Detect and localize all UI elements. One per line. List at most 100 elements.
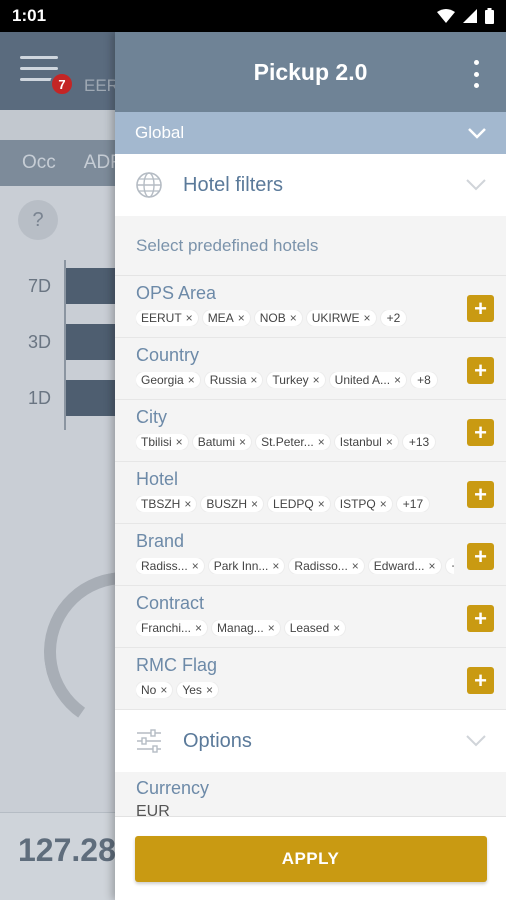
filter-chip[interactable]: Manag... × xyxy=(212,620,280,636)
filter-chip[interactable]: Yes × xyxy=(177,682,218,698)
filter-chip[interactable]: LEDPQ × xyxy=(268,496,330,512)
remove-chip-icon[interactable]: × xyxy=(313,373,320,387)
filter-chip[interactable]: Leased × xyxy=(284,620,346,636)
add-filter-button[interactable]: + xyxy=(467,295,494,322)
remove-chip-icon[interactable]: × xyxy=(192,559,199,573)
help-icon[interactable]: ? xyxy=(18,200,58,240)
filter-chip[interactable]: Tbilisi × xyxy=(136,434,188,450)
add-filter-button[interactable]: + xyxy=(467,543,494,570)
remove-chip-icon[interactable]: × xyxy=(160,683,167,697)
options-header[interactable]: Options xyxy=(115,710,506,772)
remove-chip-icon[interactable]: × xyxy=(352,559,359,573)
remove-chip-icon[interactable]: × xyxy=(238,311,245,325)
filter-chip[interactable]: Park Inn... × xyxy=(208,558,285,574)
more-chips-count[interactable]: +8 xyxy=(411,372,437,388)
more-options-icon[interactable] xyxy=(472,60,480,88)
remove-chip-icon[interactable]: × xyxy=(429,559,436,573)
chart-label-1d: 1D xyxy=(28,388,52,408)
add-filter-button[interactable]: + xyxy=(467,481,494,508)
apply-button[interactable]: APPLY xyxy=(134,835,487,882)
remove-chip-icon[interactable]: × xyxy=(250,373,257,387)
filter-chip[interactable]: Istanbul × xyxy=(334,434,398,450)
filter-chip[interactable]: MEA × xyxy=(202,310,250,326)
drawer-header: Pickup 2.0 xyxy=(115,32,506,112)
filter-chip[interactable]: TBSZH × xyxy=(136,496,197,512)
filter-row-city[interactable]: City Tbilisi × Batumi × St.Peter... × Istanbul ×… xyxy=(115,400,506,462)
chip-label: Tbilisi xyxy=(141,435,172,449)
filter-chip[interactable]: United A... × xyxy=(329,372,407,388)
remove-chip-icon[interactable]: × xyxy=(318,497,325,511)
filter-chip[interactable]: Georgia × xyxy=(136,372,200,388)
status-time: 1:01 xyxy=(12,6,47,25)
chip-label: Yes xyxy=(182,683,202,697)
filter-row-country[interactable]: Country Georgia × Russia × Turkey × United A...… xyxy=(115,338,506,400)
chip-label: Georgia xyxy=(141,373,184,387)
filter-title: Brand xyxy=(136,531,185,551)
chip-label: Russia xyxy=(209,373,247,387)
filter-row-rmc-flag[interactable]: RMC Flag No × Yes × + xyxy=(115,648,506,710)
currency-label: Currency xyxy=(136,778,210,798)
chip-list: Radiss... × Park Inn... × Radisso... × Edward.… xyxy=(136,558,454,574)
add-filter-button[interactable]: + xyxy=(467,667,494,694)
more-chips-count[interactable]: +13 xyxy=(402,434,436,450)
remove-chip-icon[interactable]: × xyxy=(206,683,213,697)
remove-chip-icon[interactable]: × xyxy=(251,497,258,511)
remove-chip-icon[interactable]: × xyxy=(188,373,195,387)
filter-chip[interactable]: Radiss... × xyxy=(136,558,204,574)
filter-chip[interactable]: NOB × xyxy=(254,310,302,326)
filter-chip[interactable]: ISTPQ × xyxy=(334,496,392,512)
remove-chip-icon[interactable]: × xyxy=(268,621,275,635)
add-filter-button[interactable]: + xyxy=(467,605,494,632)
more-chips-count[interactable]: +2 xyxy=(380,310,407,326)
chip-label: St.Peter... xyxy=(261,435,314,449)
remove-chip-icon[interactable]: × xyxy=(386,435,393,449)
filter-chip[interactable]: BUSZH × xyxy=(201,496,264,512)
chip-label: Leased xyxy=(289,621,330,635)
remove-chip-icon[interactable]: × xyxy=(318,435,325,449)
remove-chip-icon[interactable]: × xyxy=(290,311,297,325)
chart-label-3d: 3D xyxy=(28,332,52,352)
filter-title: Contract xyxy=(136,593,205,613)
more-chips-count[interactable]: +17 xyxy=(396,496,430,512)
filter-chip[interactable]: Turkey × xyxy=(267,372,325,388)
filter-chip[interactable]: Russia × xyxy=(204,372,263,388)
add-filter-button[interactable]: + xyxy=(467,419,494,446)
filter-chip[interactable]: Batumi × xyxy=(192,434,252,450)
scope-selector[interactable]: Global xyxy=(115,112,506,154)
remove-chip-icon[interactable]: × xyxy=(272,559,279,573)
filter-chip[interactable]: No × xyxy=(136,682,173,698)
add-filter-button[interactable]: + xyxy=(467,357,494,384)
filter-row-contract[interactable]: Contract Franchi... × Manag... × Leased × + xyxy=(115,586,506,648)
chip-label: No xyxy=(141,683,157,697)
filter-row-brand[interactable]: Brand Radiss... × Park Inn... × Radisso... × Ed… xyxy=(115,524,506,586)
hotel-filters-header[interactable]: Hotel filters xyxy=(115,154,506,216)
chip-list: Georgia × Russia × Turkey × United A... × +8 xyxy=(136,372,454,388)
remove-chip-icon[interactable]: × xyxy=(380,497,387,511)
more-chips-count[interactable]: +1 xyxy=(445,558,454,574)
filter-chip[interactable]: St.Peter... × xyxy=(256,434,330,450)
remove-chip-icon[interactable]: × xyxy=(176,435,183,449)
remove-chip-icon[interactable]: × xyxy=(186,311,193,325)
filter-title: City xyxy=(136,407,167,427)
remove-chip-icon[interactable]: × xyxy=(394,373,401,387)
remove-chip-icon[interactable]: × xyxy=(195,621,202,635)
filter-row-ops-area[interactable]: OPS Area EERUT × MEA × NOB × UKIRWE × +2 + xyxy=(115,276,506,338)
select-predefined-hotels[interactable]: Select predefined hotels xyxy=(115,216,506,276)
chip-list: No × Yes × xyxy=(136,682,454,698)
remove-chip-icon[interactable]: × xyxy=(364,311,371,325)
filter-chip[interactable]: Edward... × xyxy=(368,558,441,574)
tab-occ[interactable]: Occ xyxy=(22,152,56,174)
drawer-title: Pickup 2.0 xyxy=(253,58,368,85)
filter-chip[interactable]: Franchi... × xyxy=(136,620,208,636)
battery-icon xyxy=(485,8,494,24)
remove-chip-icon[interactable]: × xyxy=(184,497,191,511)
filter-chip[interactable]: UKIRWE × xyxy=(306,310,376,326)
filter-chip[interactable]: EERUT × xyxy=(136,310,198,326)
remove-chip-icon[interactable]: × xyxy=(333,621,340,635)
currency-field[interactable]: Currency EUR xyxy=(115,772,506,818)
chip-label: Turkey xyxy=(272,373,309,387)
filter-row-hotel[interactable]: Hotel TBSZH × BUSZH × LEDPQ × ISTPQ × +17 + xyxy=(115,462,506,524)
chip-label: NOB xyxy=(259,311,286,325)
filter-chip[interactable]: Radisso... × xyxy=(289,558,364,574)
remove-chip-icon[interactable]: × xyxy=(239,435,246,449)
